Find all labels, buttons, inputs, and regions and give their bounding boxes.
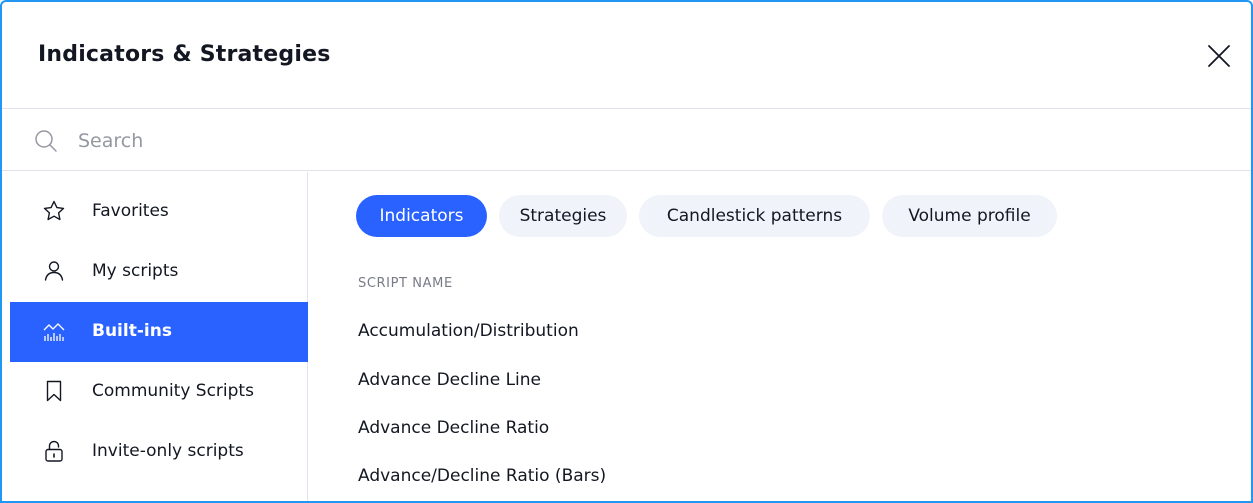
tab-volume-profile[interactable]: Volume profile: [882, 195, 1057, 237]
search-bar: [2, 109, 1251, 171]
sidebar-item-favorites[interactable]: Favorites: [10, 182, 308, 242]
script-list-panel: Indicators Strategies Candlestick patter…: [309, 172, 1251, 501]
builtins-chart-icon: [42, 319, 66, 343]
category-sidebar: Favorites My scripts Built-ins Community…: [2, 172, 308, 501]
indicators-dialog: Indicators & Strategies Favorites My scr…: [0, 0, 1253, 503]
tab-indicators[interactable]: Indicators: [356, 195, 487, 237]
dialog-title: Indicators & Strategies: [38, 42, 331, 67]
list-item[interactable]: Accumulation/Distribution: [358, 321, 579, 341]
sidebar-item-label: Built-ins: [92, 321, 172, 341]
sidebar-item-label: Invite-only scripts: [92, 441, 244, 461]
list-item[interactable]: Advance Decline Line: [358, 370, 541, 390]
lock-icon: [42, 439, 66, 463]
list-item[interactable]: Advance Decline Ratio: [358, 418, 549, 438]
sidebar-item-label: My scripts: [92, 261, 179, 281]
dialog-header: Indicators & Strategies: [2, 2, 1251, 109]
search-input[interactable]: [78, 123, 1178, 159]
sidebar-item-label: Favorites: [92, 201, 169, 221]
bookmark-icon: [42, 379, 66, 403]
tab-candlestick-patterns[interactable]: Candlestick patterns: [639, 195, 870, 237]
tab-strategies[interactable]: Strategies: [499, 195, 627, 237]
user-icon: [42, 259, 66, 283]
sidebar-item-label: Community Scripts: [92, 381, 254, 401]
sidebar-item-my-scripts[interactable]: My scripts: [10, 242, 308, 302]
star-icon: [42, 199, 66, 223]
sidebar-item-built-ins[interactable]: Built-ins: [10, 302, 308, 362]
close-icon[interactable]: [1205, 42, 1233, 70]
sidebar-item-community-scripts[interactable]: Community Scripts: [10, 362, 308, 422]
sidebar-item-invite-only-scripts[interactable]: Invite-only scripts: [10, 422, 308, 482]
column-header-script-name: SCRIPT NAME: [358, 276, 453, 291]
search-icon: [34, 129, 58, 153]
list-item[interactable]: Advance/Decline Ratio (Bars): [358, 466, 606, 486]
